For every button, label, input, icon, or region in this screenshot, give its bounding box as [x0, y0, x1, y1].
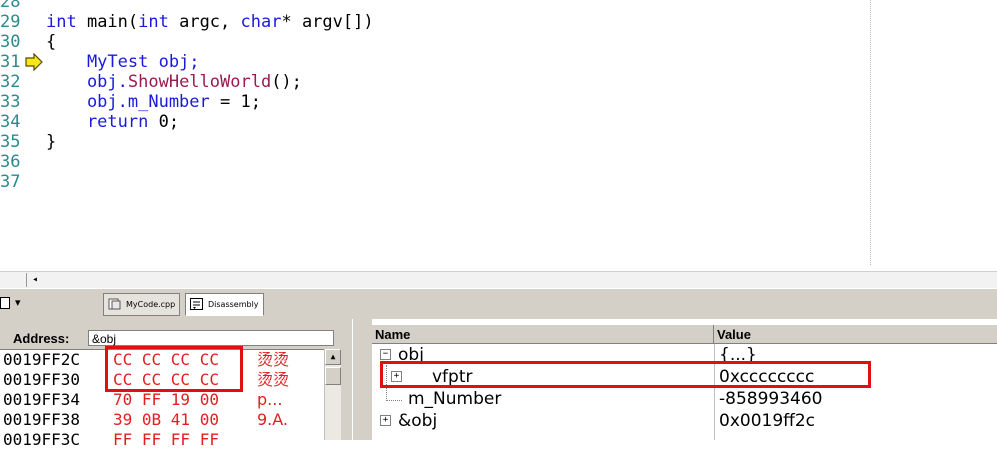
code-line[interactable]: int main(int argc, char* argv[]) [46, 12, 374, 32]
memory-address: 0019FF38 [3, 410, 81, 429]
memory-address: 0019FF3C [3, 430, 81, 449]
memory-bytes: 70 FF 19 00 [113, 390, 219, 409]
line-number: 35 [0, 132, 21, 152]
code-line[interactable]: return 0; [46, 112, 179, 132]
code-line[interactable]: { [46, 32, 56, 52]
scroll-up-button[interactable]: ▲ [325, 349, 341, 365]
code-keyword: return [46, 112, 149, 132]
code-keyword: obj.m_Number [46, 92, 210, 112]
watch-value: -858993460 [719, 389, 823, 409]
code-line[interactable]: obj.m_Number = 1; [46, 92, 261, 112]
address-input[interactable]: &obj [88, 330, 334, 346]
watch-name: &obj [398, 411, 438, 431]
watch-row-address-of-obj[interactable]: + &obj 0x0019ff2c [372, 410, 997, 432]
code-keyword: obj. [46, 72, 128, 92]
right-margin-guide [870, 0, 871, 265]
watch-highlight-box [380, 361, 871, 388]
memory-address: 0019FF2C [3, 350, 81, 369]
window-menu-icon [0, 297, 10, 309]
watch-value: 0x0019ff2c [719, 411, 816, 431]
tab-label: MyCode.cpp [126, 300, 176, 309]
memory-chars: 9.A. [257, 410, 289, 429]
tab-mycode-cpp[interactable]: MyCode.cpp [103, 293, 181, 316]
code-text: * argv[]) [281, 12, 374, 32]
expand-toggle-icon[interactable]: + [380, 415, 391, 426]
code-line[interactable]: obj.ShowHelloWorld(); [46, 72, 302, 92]
memory-chars: p... [257, 390, 283, 409]
memory-address: 0019FF30 [3, 370, 81, 389]
tab-label: Disassembly [208, 300, 259, 309]
address-label: Address: [13, 331, 70, 346]
line-number: 31 [0, 52, 21, 72]
line-number: 33 [0, 92, 21, 112]
code-text: { [46, 32, 57, 52]
code-text: (); [271, 72, 302, 92]
source-file-icon [108, 298, 121, 310]
line-number: 29 [0, 12, 21, 32]
code-function: ShowHelloWorld [127, 72, 272, 92]
code-text: } [46, 132, 57, 152]
document-tab-strip: ▾ MyCode.cpp Disassembly [0, 288, 997, 320]
breakpoint-margin[interactable] [24, 0, 44, 271]
code-text: main( [76, 12, 139, 32]
column-header-value[interactable]: Value [714, 325, 997, 343]
code-text: 0; [148, 112, 180, 132]
line-number: 36 [0, 152, 21, 172]
scroll-left-button[interactable]: ◂ [26, 273, 43, 287]
line-number: 32 [0, 72, 21, 92]
memory-address-bar: Address: &obj [0, 319, 352, 349]
code-keyword: int [138, 12, 169, 32]
memory-chars: 烫烫 [257, 370, 290, 389]
code-keyword: int [46, 12, 77, 32]
memory-highlight-box [105, 346, 243, 392]
code-line[interactable]: MyTest obj; [46, 52, 200, 72]
pane-splitter[interactable] [352, 319, 373, 440]
line-number: 28 [0, 0, 21, 12]
code-text: = 1; [209, 92, 261, 112]
collapse-toggle-icon[interactable]: − [380, 349, 391, 360]
code-editor[interactable]: 28 29 30 31 32 33 34 35 36 37 int main(int argc, … [0, 0, 997, 289]
disassembly-icon [190, 298, 203, 310]
memory-chars: 烫烫 [257, 350, 290, 369]
memory-vertical-scrollbar[interactable]: ▲ [324, 349, 341, 440]
memory-bytes: FF FF FF FF [113, 430, 219, 449]
memory-bytes: 39 0B 41 00 [113, 410, 219, 429]
line-number: 37 [0, 172, 21, 192]
code-keyword: char [240, 12, 282, 32]
watch-header: Name Value [372, 325, 997, 344]
code-text: argc, [168, 12, 241, 32]
window-menu-dropdown[interactable]: ▾ [0, 296, 21, 309]
code-keyword: MyTest obj; [46, 52, 200, 72]
current-line-arrow-icon [25, 53, 43, 71]
tab-disassembly[interactable]: Disassembly [185, 293, 264, 316]
scrollbar-thumb[interactable] [325, 367, 341, 385]
memory-address: 0019FF34 [3, 390, 81, 409]
editor-horizontal-scrollbar[interactable]: ◂ [0, 271, 997, 289]
watch-row-m-number[interactable]: m_Number -858993460 [372, 388, 997, 410]
line-number: 30 [0, 32, 21, 52]
watch-name: m_Number [408, 389, 502, 409]
column-header-name[interactable]: Name [372, 325, 714, 343]
line-number-gutter: 28 29 30 31 32 33 34 35 36 37 [0, 0, 26, 271]
line-number: 34 [0, 112, 21, 132]
code-line[interactable]: } [46, 132, 56, 152]
